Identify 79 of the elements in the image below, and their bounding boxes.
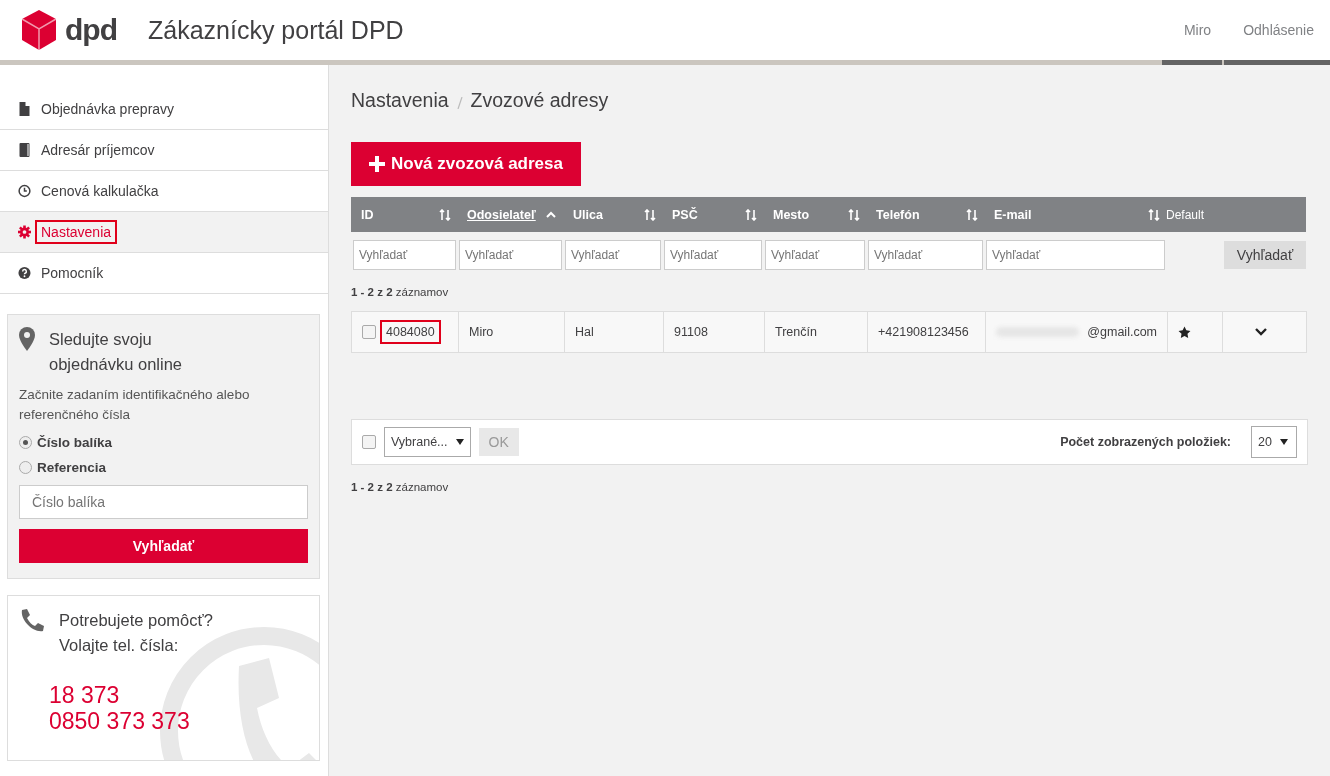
parcel-number-field[interactable]: Číslo balíka <box>19 485 308 519</box>
dropdown-arrow-icon <box>1279 439 1288 445</box>
column-header[interactable]: Telefón <box>876 207 920 222</box>
table-cell: Hal <box>575 325 594 339</box>
column-header[interactable]: Mesto <box>773 207 810 222</box>
filter-field[interactable]: Vyhľadať <box>868 240 983 270</box>
select-all-checkbox[interactable] <box>362 435 376 449</box>
book-icon <box>18 143 31 157</box>
sidebar-item[interactable]: Pomocník <box>0 252 328 293</box>
breadcrumb-item: Zvozové adresy <box>470 89 609 112</box>
location-pin-icon <box>19 327 35 351</box>
table-cell: 91108 <box>674 325 708 339</box>
sidebar-item-label: Objednávka prepravy <box>40 100 176 119</box>
table-cell: @gmail.com <box>1087 325 1157 339</box>
sidebar-item-label: Adresár príjemcov <box>40 141 156 160</box>
column-header[interactable]: Ulica <box>573 207 603 222</box>
document-icon <box>18 102 31 116</box>
record-count: 1 - 2 z 2 záznamov <box>351 286 450 298</box>
sort-icon[interactable] <box>745 208 757 221</box>
sidebar-item[interactable]: Adresár príjemcov <box>0 129 328 170</box>
gear-icon <box>18 225 31 239</box>
sidebar-item[interactable]: Nastavenia <box>0 211 328 252</box>
radio-label: Referencia <box>37 460 107 475</box>
plus-icon <box>369 156 385 172</box>
sort-icon[interactable] <box>644 208 656 221</box>
table-cell: +421908123456 <box>878 325 969 339</box>
sidebar-item-label: Cenová kalkulačka <box>40 182 160 201</box>
column-header[interactable]: Odosielateľ <box>467 207 536 222</box>
radio-label: Číslo balíka <box>37 435 113 450</box>
filter-field[interactable]: Vyhľadať <box>459 240 562 270</box>
phone-icon <box>19 608 45 634</box>
card-title: Potrebujete pomôcť? <box>59 610 213 631</box>
filter-field[interactable]: Vyhľadať <box>765 240 865 270</box>
phone-number: 18 373 <box>49 682 121 708</box>
column-header[interactable]: ID <box>361 207 374 222</box>
column-header[interactable]: E-mail <box>994 207 1032 222</box>
sidebar-item[interactable]: Objednávka prepravy <box>0 89 328 129</box>
new-address-button[interactable]: Nová zvozová adresa <box>351 142 581 186</box>
sort-icon[interactable] <box>848 208 860 221</box>
card-title: Sledujte svoju <box>49 329 153 350</box>
table-cell: Trenčín <box>775 325 817 339</box>
filter-field[interactable]: Vyhľadať <box>986 240 1165 270</box>
sort-icon[interactable] <box>439 208 451 221</box>
action-select[interactable]: Vybrané... <box>384 427 471 457</box>
header-link[interactable]: Miro <box>1167 0 1228 60</box>
filter-field[interactable]: Vyhľadať <box>664 240 762 270</box>
page-size-label: Počet zobrazených položiek: <box>1060 435 1231 449</box>
breadcrumb-separator-icon <box>456 96 463 109</box>
clock-icon <box>18 184 31 198</box>
card-description: Začnite zadaním identifikačného alebo referenčného čísla <box>19 386 251 424</box>
sidebar-item-label: Nastavenia <box>35 220 118 244</box>
sort-icon[interactable] <box>966 208 978 221</box>
radio-button[interactable] <box>19 436 32 449</box>
dropdown-arrow-icon <box>455 439 464 445</box>
table-row[interactable]: 4084080 Miro Hal 91108 Trenčín +421908123456 @gmail.com <box>351 311 1307 353</box>
card-title: Volajte tel. čísla: <box>59 635 180 656</box>
page-size-select[interactable]: 20 <box>1251 426 1297 458</box>
table-cell: Miro <box>469 325 494 339</box>
record-count: 1 - 2 z 2 záznamov <box>351 481 450 493</box>
radio-button[interactable] <box>19 461 32 474</box>
logo-cube-icon <box>21 10 57 50</box>
help-icon <box>18 266 31 280</box>
filter-field[interactable]: Vyhľadať <box>565 240 661 270</box>
breadcrumb-item[interactable]: Nastavenia <box>351 89 449 112</box>
column-header[interactable]: PSČ <box>672 207 698 222</box>
portal-title: Zákaznícky portál DPD <box>148 15 405 45</box>
row-checkbox[interactable] <box>362 325 376 339</box>
chevron-icon[interactable] <box>1255 328 1267 336</box>
sort-icon[interactable] <box>1148 208 1160 221</box>
card-title: objednávku online <box>49 354 183 375</box>
phone-number: 0850 373 373 <box>49 708 191 734</box>
sidebar-item-label: Pomocník <box>40 264 105 283</box>
filter-field[interactable]: Vyhľadať <box>353 240 456 270</box>
column-header[interactable]: Default <box>1166 207 1205 222</box>
search-button[interactable]: Vyhľadať <box>19 529 308 563</box>
logo-text: dpd <box>65 13 117 47</box>
table-cell: 4084080 <box>380 320 441 344</box>
filter-button[interactable]: Vyhľadať <box>1224 241 1306 269</box>
header-link[interactable]: Odhlásenie <box>1227 0 1330 60</box>
